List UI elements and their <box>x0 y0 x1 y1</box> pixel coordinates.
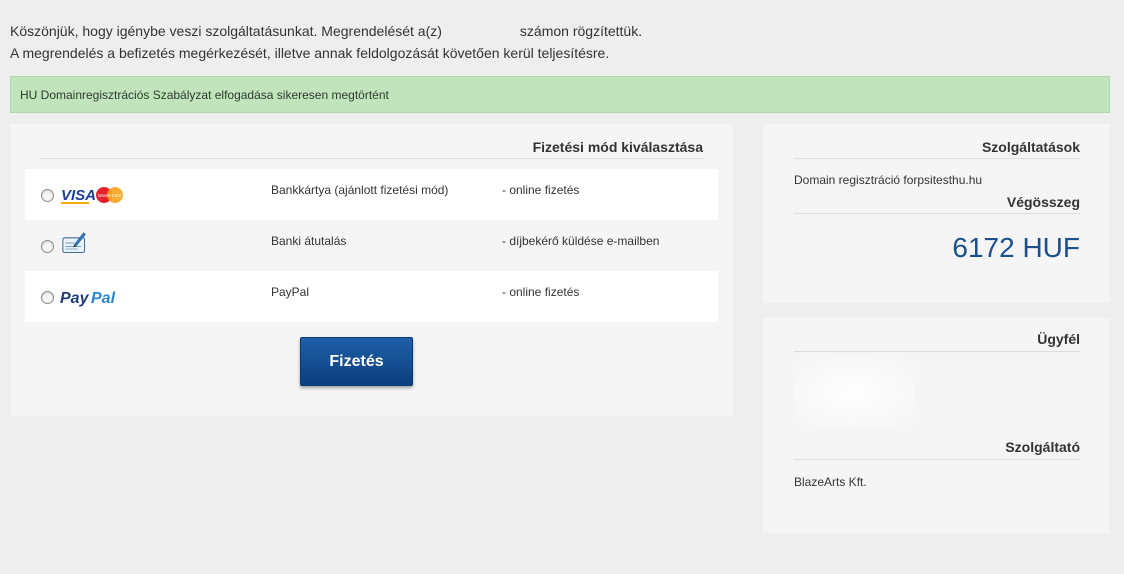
service-item: Domain regisztráció forpsitesthu.hu <box>794 173 983 187</box>
total-label: Végösszeg <box>1006 194 1080 210</box>
paypal-pal-text: Pal <box>91 290 116 307</box>
customer-panel: Ügyfél Szolgáltató BlazeArts Kft. <box>763 318 1110 533</box>
intro-line-2: A megrendelés a befizetés megérkezését, … <box>10 45 610 61</box>
intro-line-1: Köszönjük, hogy igénybe veszi szolgáltat… <box>10 20 642 42</box>
method-name: Bankkártya (ajánlott fizetési mód) <box>271 183 449 197</box>
divider <box>794 158 1080 159</box>
services-title: Szolgáltatások <box>981 139 1080 155</box>
divider <box>794 351 1080 352</box>
divider <box>794 213 1080 214</box>
transfer-radio[interactable] <box>41 240 54 253</box>
method-description: - online fizetés <box>502 183 580 197</box>
method-name: PayPal <box>271 285 310 299</box>
total-amount: 6172 HUF <box>952 232 1080 263</box>
method-description: - díjbekérő küldése e-mailben <box>502 234 660 248</box>
provider-title: Szolgáltató <box>1005 439 1080 455</box>
divider <box>40 158 703 159</box>
mastercard-text: MasterCard <box>98 193 122 198</box>
success-alert: HU Domainregisztrációs Szabályzat elfoga… <box>10 76 1110 113</box>
pay-button[interactable]: Fizetés <box>300 337 413 386</box>
customer-title: Ügyfél <box>1037 331 1080 347</box>
provider-name: BlazeArts Kft. <box>794 475 867 489</box>
card-radio[interactable] <box>41 189 54 202</box>
visa-text: VISA <box>61 187 96 204</box>
intro-line-1-start: Köszönjük, hogy igénybe veszi szolgáltat… <box>10 23 442 39</box>
payment-option-paypal[interactable]: Pay Pal PayPal - online fizetés <box>25 271 718 322</box>
intro-line-1-end: számon rögzítettük. <box>519 23 643 39</box>
divider <box>794 459 1080 460</box>
method-name: Banki átutalás <box>271 234 347 248</box>
payment-panel-title: Fizetési mód kiválasztása <box>532 139 703 155</box>
customer-details-redacted <box>794 358 914 428</box>
services-panel: Szolgáltatások Domain regisztráció forps… <box>763 124 1110 303</box>
paypal-radio[interactable] <box>41 291 54 304</box>
payment-option-transfer[interactable]: Banki átutalás - díjbekérő küldése e-mai… <box>25 220 718 271</box>
method-description: - online fizetés <box>502 285 580 299</box>
paypal-pay-text: Pay <box>60 290 90 307</box>
confirmation-text: Köszönjük, hogy igénybe veszi szolgáltat… <box>10 20 642 64</box>
payment-method-panel: Fizetési mód kiválasztása VISA MasterCar… <box>10 124 733 416</box>
visa-mastercard-logo: VISA MasterCard <box>61 187 123 204</box>
bank-check-icon <box>62 232 86 254</box>
alert-text: HU Domainregisztrációs Szabályzat elfoga… <box>20 88 389 102</box>
visa-stripe <box>61 202 89 204</box>
paypal-logo: Pay Pal <box>60 290 116 307</box>
payment-option-card[interactable]: VISA MasterCard Bankkártya (ajánlott fiz… <box>25 169 718 220</box>
